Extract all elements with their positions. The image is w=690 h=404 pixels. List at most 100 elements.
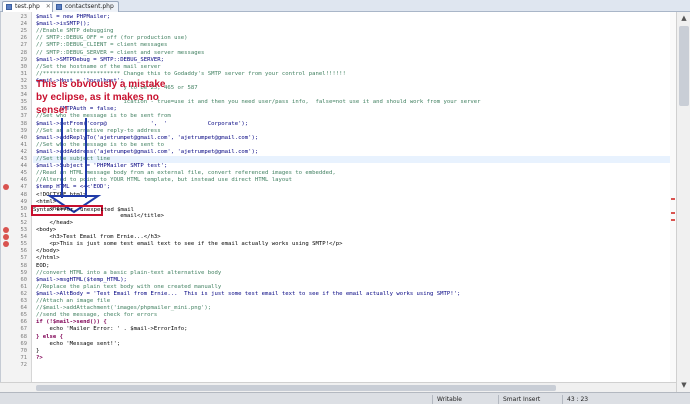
line-number: 32	[20, 77, 28, 84]
line-number: 67	[20, 326, 28, 333]
code-text: if (!$mail->send()) {	[36, 319, 107, 326]
line-number: 54	[20, 234, 28, 241]
error-marker[interactable]	[671, 212, 675, 214]
line-number: 51	[20, 212, 28, 219]
line-number: 40	[20, 134, 28, 141]
php-file-icon	[56, 4, 62, 10]
line-number: 45	[20, 170, 28, 177]
line-number: 34	[20, 92, 28, 99]
line-number: 36	[20, 106, 28, 113]
code-text: //Set an alternative reply-to address	[36, 127, 161, 134]
code-text: //Set the subject line	[36, 156, 111, 162]
code-text: $mail->AltBody = 'Test Email from Ernie.…	[36, 290, 461, 297]
horizontal-scrollbar[interactable]	[0, 382, 676, 392]
code-text: $mail->SMTPDebug = SMTP::DEBUG_SERVER;	[36, 56, 164, 63]
code-text: $mail->addReplyTo('ajetrumpet@gmail.com'…	[36, 134, 259, 141]
status-bar: Writable Smart Insert 43 : 23	[0, 392, 690, 404]
code-text: <body>	[36, 227, 57, 233]
line-number: 56	[20, 248, 28, 255]
code-text: ?>	[36, 354, 43, 361]
code-text: //Read an HTML message body from an exte…	[36, 170, 336, 177]
line-number: 27	[20, 42, 28, 49]
line-number: 46	[20, 177, 28, 184]
line-number: 37	[20, 113, 28, 120]
scroll-down-icon[interactable]: ▼	[679, 380, 689, 390]
code-text: //$mail->addAttachment('images/phpmailer…	[36, 305, 212, 312]
tab-label: contactsent.php	[65, 3, 114, 10]
code-text: // SMTP::DEBUG_SERVER = client and serve…	[36, 49, 205, 56]
code-text: EOD;	[36, 262, 50, 269]
scroll-up-icon[interactable]: ▲	[679, 13, 689, 23]
status-writable: Writable	[432, 395, 492, 404]
vertical-scrollbar[interactable]: ▲ ▼	[676, 12, 690, 392]
vertical-scroll-thumb[interactable]	[679, 26, 689, 106]
error-marker-icon[interactable]	[3, 234, 9, 241]
error-marker[interactable]	[671, 198, 675, 200]
code-text: //send the message, check for errors	[36, 312, 158, 319]
code-editor[interactable]: 23 $mail = new PHPMailer; 24 $mail->isSMTP(…	[0, 12, 690, 392]
code-text: }	[36, 347, 40, 354]
tab-test-php[interactable]: test.php ✕	[2, 1, 56, 12]
line-number: 47	[20, 184, 28, 191]
code-text: //Attach an image file	[36, 298, 111, 304]
line-number: 61	[20, 283, 28, 290]
line-number: 44	[20, 163, 28, 170]
close-tab-icon[interactable]: ✕	[46, 3, 51, 10]
line-number: 71	[20, 354, 28, 361]
line-number: 33	[20, 85, 28, 91]
status-cursor-position: 43 : 23	[562, 395, 602, 404]
line-number: 38	[20, 120, 28, 127]
line-number: 42	[20, 148, 28, 155]
code-text: <!DOCTYPE html>	[36, 191, 87, 198]
code-text: // SMTP::DEBUG_CLIENT = client messages	[36, 42, 168, 49]
line-number: 59	[20, 269, 28, 276]
code-text: </html>	[36, 255, 60, 262]
code-text: <h3>Test Email from Ernie...</h3>	[36, 234, 161, 241]
line-number: 64	[20, 305, 28, 312]
line-number: 65	[20, 312, 28, 319]
code-text: } else {	[36, 333, 63, 340]
code-text: $temp_HTML = <<<'EOD';	[36, 184, 111, 191]
error-marker-icon[interactable]	[3, 241, 9, 248]
code-text: //Altered to point to YOUR HTML template…	[36, 177, 292, 184]
line-number: 60	[20, 276, 28, 283]
line-number: 23	[20, 14, 28, 20]
tab-label: test.php	[15, 3, 40, 10]
line-number: 53	[20, 227, 28, 233]
error-marker-icon[interactable]	[3, 184, 9, 191]
code-text: </body>	[36, 248, 60, 255]
code-text: $mail->addAddress('ajetrumpet@gmail.com'…	[36, 148, 259, 155]
annotation-text: This is obviously a mistake by eclipse, …	[36, 79, 166, 116]
php-file-icon	[6, 4, 12, 10]
line-number: 57	[20, 255, 28, 262]
code-text: <p>This is just some test email text to …	[36, 241, 343, 248]
line-number: 62	[20, 290, 28, 297]
line-number: 28	[20, 49, 28, 56]
line-number: 26	[20, 35, 28, 42]
line-number: 58	[20, 262, 28, 269]
line-number: 72	[20, 361, 28, 368]
editor-tab-bar: test.php ✕ contactsent.php	[0, 0, 690, 12]
error-marker[interactable]	[671, 219, 675, 221]
horizontal-scroll-thumb[interactable]	[36, 385, 556, 391]
code-text: //Replace the plain text body with one c…	[36, 283, 222, 290]
line-number: 39	[20, 127, 28, 134]
code-text: $mail->setFrom('corp@ ', ' Corporate');	[36, 120, 249, 127]
code-text: //Set the hostname of the mail server	[36, 63, 161, 70]
code-text: $mail->msgHTML($temp_HTML);	[36, 276, 127, 283]
line-number: 49	[20, 198, 28, 205]
code-text: //Set who the message is to be sent to	[36, 141, 164, 148]
code-text: echo 'Mailer Error: ' . $mail->ErrorInfo…	[36, 326, 188, 333]
code-text: //convert HTML into a basic plain-text a…	[36, 269, 222, 276]
line-number: 43	[20, 156, 28, 162]
code-line[interactable]: 43 //Set the subject line	[21, 156, 673, 163]
line-number: 52	[20, 219, 28, 226]
code-text: //Enable SMTP debugging	[36, 28, 114, 35]
code-text: // SMTP::DEBUG_OFF = off (for production…	[36, 35, 188, 42]
error-marker-icon[interactable]	[3, 227, 9, 233]
line-number: 70	[20, 347, 28, 354]
line-number: 69	[20, 340, 28, 347]
tab-contactsent-php[interactable]: contactsent.php	[52, 1, 119, 12]
line-number: 31	[20, 70, 28, 77]
line-number: 50	[20, 205, 28, 212]
